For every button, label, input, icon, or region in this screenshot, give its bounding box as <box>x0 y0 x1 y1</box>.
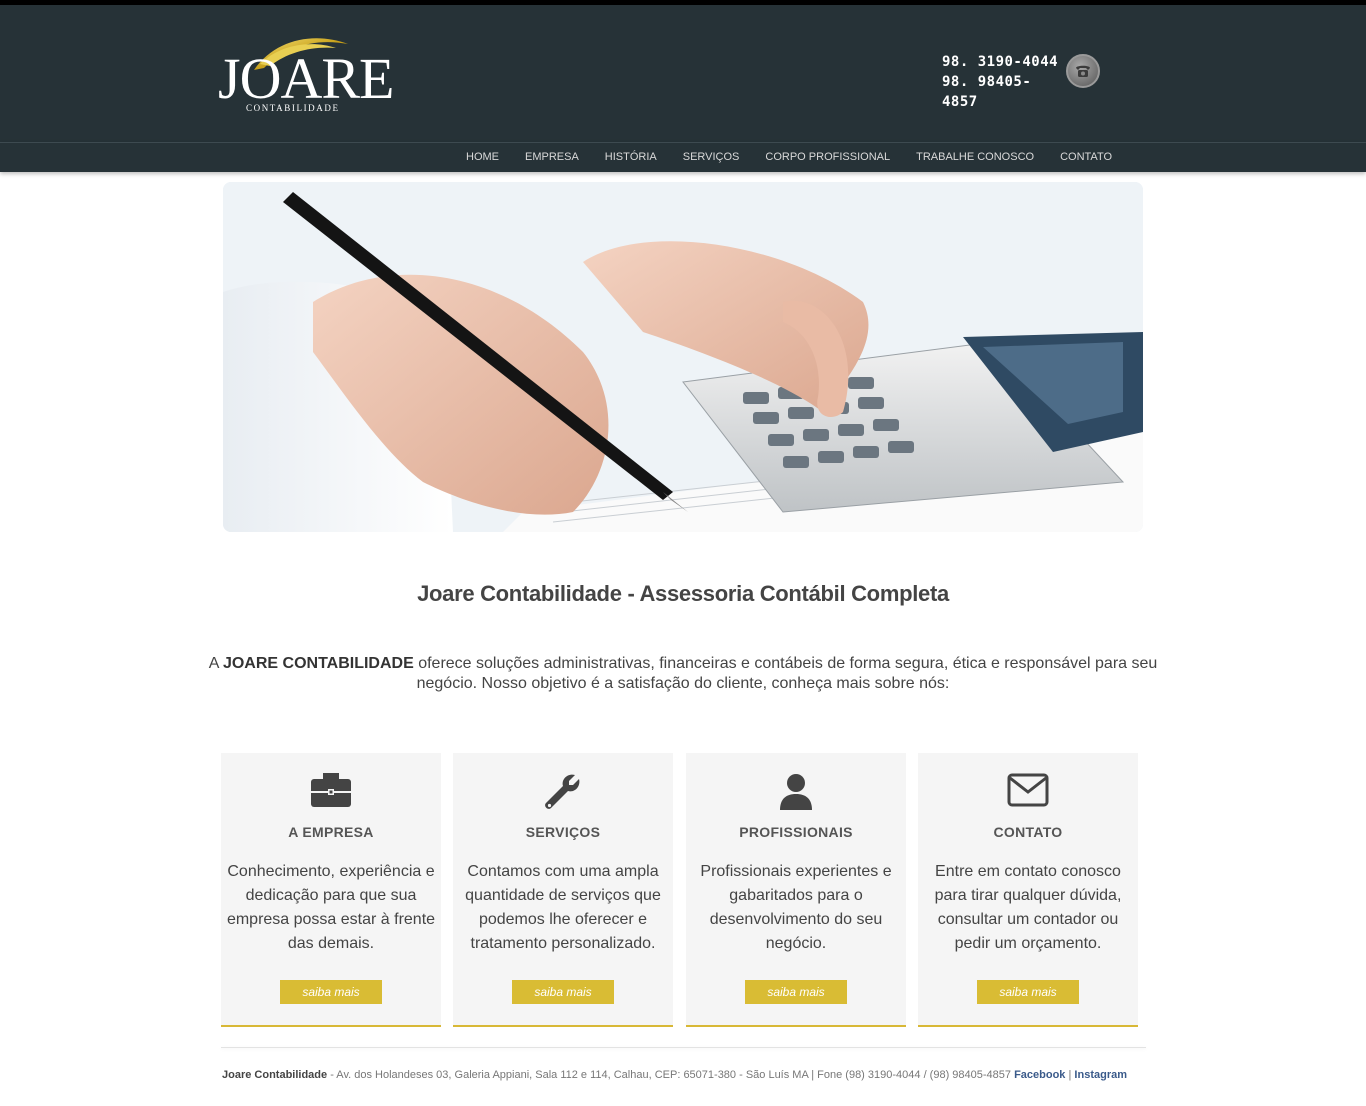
logo-subtitle: CONTABILIDADE <box>246 103 340 113</box>
site-header <box>0 5 1366 142</box>
nav-servicos[interactable]: SERVIÇOS <box>670 143 753 173</box>
wrench-icon <box>453 773 673 813</box>
saiba-mais-button[interactable]: saiba mais <box>512 980 614 1004</box>
intro-prefix: A <box>208 655 223 672</box>
page-title: Joare Contabilidade - Assessoria Contábi… <box>417 581 949 606</box>
nav-empresa[interactable]: EMPRESA <box>512 143 592 173</box>
telephone-icon <box>1066 54 1100 88</box>
saiba-mais-button[interactable]: saiba mais <box>745 980 847 1004</box>
footer-address: - Av. dos Holandeses 03, Galeria Appiani… <box>327 1069 1015 1081</box>
facebook-link[interactable]: Facebook <box>1014 1069 1065 1081</box>
card-title: CONTATO <box>993 824 1063 840</box>
phone-number-1: 98. 3190-4044 <box>942 54 1059 70</box>
intro-brand: JOARE CONTABILIDADE <box>222 655 414 672</box>
card-title: PROFISSIONAIS <box>739 824 853 840</box>
footer: Joare Contabilidade - Av. dos Holandeses… <box>222 1069 1182 1081</box>
footer-divider <box>221 1047 1146 1048</box>
saiba-mais-button[interactable]: saiba mais <box>977 980 1079 1004</box>
briefcase-icon <box>221 773 441 813</box>
logo[interactable]: JOARE CONTABILIDADE <box>216 30 394 130</box>
nav-historia[interactable]: HISTÓRIA <box>592 143 670 173</box>
card-title: A EMPRESA <box>288 824 374 840</box>
instagram-link[interactable]: Instagram <box>1074 1069 1127 1081</box>
saiba-mais-button[interactable]: saiba mais <box>280 980 382 1004</box>
card-title: SERVIÇOS <box>525 824 601 840</box>
card-contato: CONTATO Entre em contato conosco para ti… <box>918 753 1138 1027</box>
phone-number-2: 98. 98405-4857 <box>942 74 1032 110</box>
footer-company: Joare Contabilidade <box>222 1069 328 1081</box>
logo-wordmark: JOARE <box>218 46 394 111</box>
nav-contato[interactable]: CONTATO <box>1047 143 1125 173</box>
card-profissionais: PROFISSIONAIS Profissionais experientes … <box>686 753 906 1027</box>
hero-image <box>223 182 1143 532</box>
nav-home[interactable]: HOME <box>453 143 512 173</box>
card-empresa: A EMPRESA Conhecimento, experiência e de… <box>221 753 441 1027</box>
envelope-icon <box>918 773 1138 813</box>
hero-illustration <box>223 182 1143 532</box>
card-text: Profissionais experientes e gabaritados … <box>700 863 892 952</box>
user-icon <box>686 773 906 813</box>
card-text: Contamos com uma ampla quantidade de ser… <box>465 863 661 952</box>
nav-corpo-profissional[interactable]: CORPO PROFISSIONAL <box>752 143 903 173</box>
intro-text: A JOARE CONTABILIDADE oferece soluções a… <box>200 654 1166 694</box>
intro-body: oferece soluções administrativas, financ… <box>413 655 1158 692</box>
main-navigation: HOME EMPRESA HISTÓRIA SERVIÇOS CORPO PRO… <box>0 142 1366 172</box>
card-text: Entre em contato conosco para tirar qual… <box>934 863 1122 952</box>
card-servicos: SERVIÇOS Contamos com uma ampla quantida… <box>453 753 673 1027</box>
header-phones: 98. 3190-4044 98. 98405-4857 <box>942 52 1062 112</box>
nav-trabalhe-conosco[interactable]: TRABALHE CONOSCO <box>903 143 1047 173</box>
card-text: Conhecimento, experiência e dedicação pa… <box>226 863 436 952</box>
